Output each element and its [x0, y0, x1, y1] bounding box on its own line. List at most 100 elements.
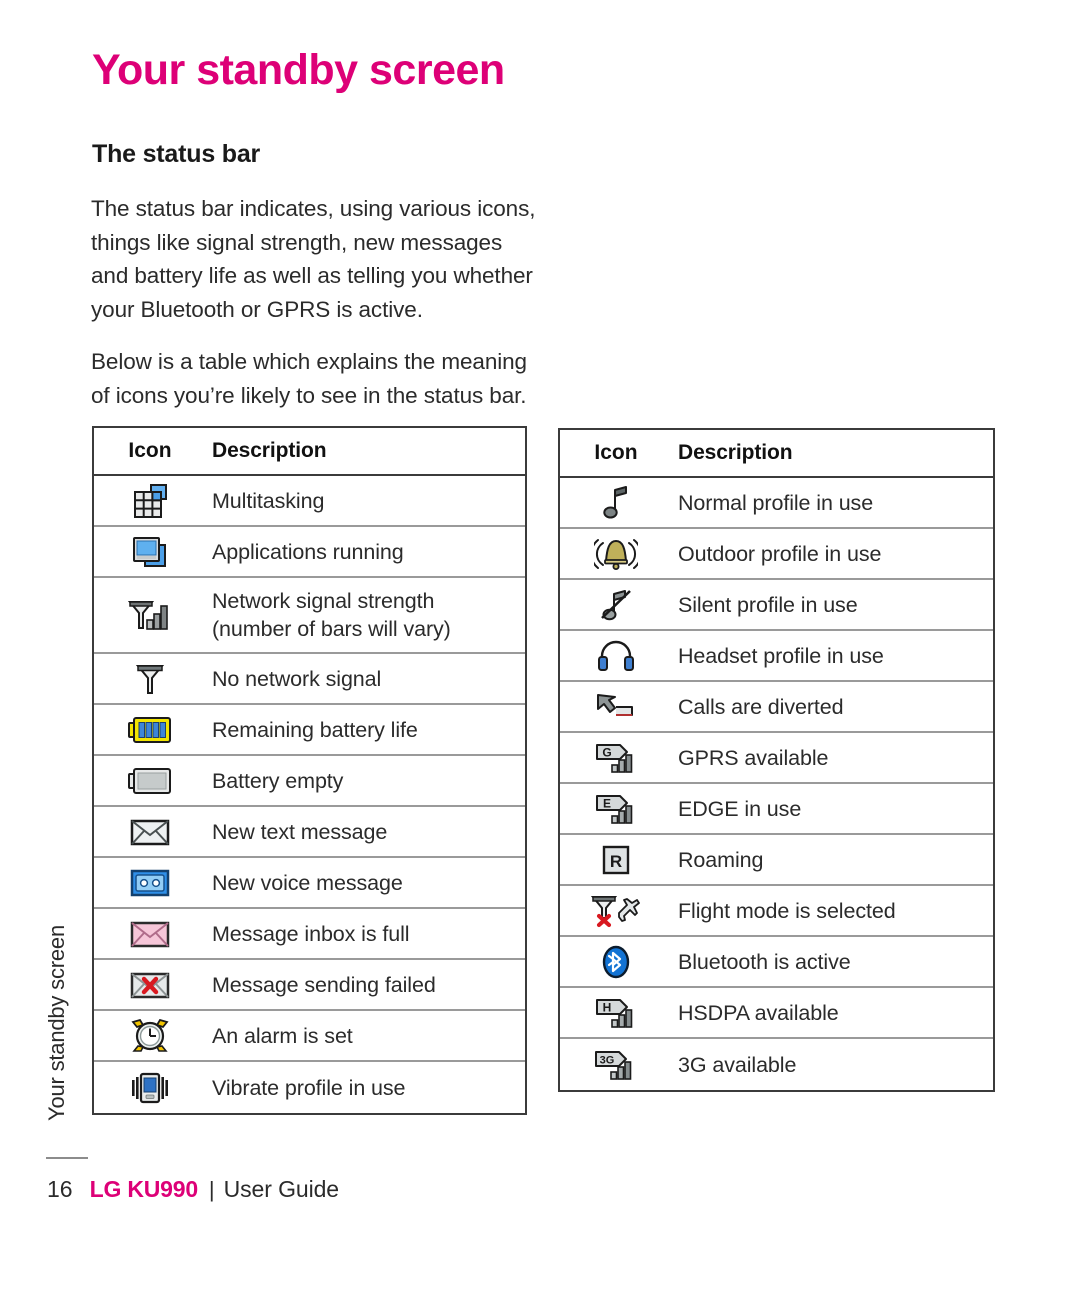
table-row: Headset profile in use: [560, 631, 993, 682]
normal-profile-icon: [603, 485, 627, 518]
message-sending-failed-icon: [130, 972, 170, 998]
table-row: H HSDPA available: [560, 988, 993, 1039]
roaming-icon: R: [602, 845, 630, 874]
edge-in-use-icon: E: [596, 794, 633, 824]
calls-diverted-icon: [597, 693, 633, 716]
description-cell: EDGE in use: [678, 796, 802, 821]
table-row: Message sending failed: [94, 960, 525, 1011]
icon-cell: [94, 1014, 206, 1058]
outdoor-profile-icon: [594, 538, 638, 570]
network-signal-strength-icon: [127, 601, 168, 630]
silent-profile-icon: [601, 589, 631, 620]
icon-cell: 3G: [560, 1043, 672, 1087]
icon-cell: G: [560, 736, 672, 780]
table-row: Remaining battery life: [94, 705, 525, 756]
new-voice-message-icon: [130, 869, 170, 896]
icon-cell: [560, 583, 672, 627]
table-row: New voice message: [94, 858, 525, 909]
table-row: Battery empty: [94, 756, 525, 807]
flight-mode-icon: [591, 895, 640, 927]
table-row: G GPRS available: [560, 733, 993, 784]
description-cell: No network signal: [212, 666, 382, 691]
running-head: Your standby screen: [44, 925, 69, 1121]
description-cell: Vibrate profile in use: [212, 1075, 406, 1100]
column-header-description: Description: [678, 441, 793, 464]
headset-profile-icon: [598, 640, 634, 671]
icon-cell: [560, 889, 672, 933]
table-header-row: Icon Description: [560, 430, 993, 478]
icon-cell: [560, 939, 672, 985]
3g-available-icon: 3G: [595, 1050, 632, 1080]
description-cell: New text message: [212, 819, 388, 844]
description-cell: 3G available: [678, 1052, 797, 1077]
table-row: Vibrate profile in use: [94, 1062, 525, 1113]
applications-running-icon: [133, 536, 166, 567]
new-text-message-icon: [130, 819, 170, 845]
intro-paragraph-1: The status bar indicates, using various …: [91, 196, 536, 322]
table-row: An alarm is set: [94, 1011, 525, 1062]
icon-cell: [94, 593, 206, 637]
manual-page: Your standby screen The status bar The s…: [0, 0, 1080, 1295]
icon-cell: [560, 635, 672, 677]
description-cell: GPRS available: [678, 745, 829, 770]
description-cell: Flight mode is selected: [678, 898, 896, 923]
brand-label: LG KU990: [89, 1176, 199, 1202]
intro-paragraph-2: Below is a table which explains the mean…: [91, 349, 527, 408]
table-row: Outdoor profile in use: [560, 529, 993, 580]
icon-cell: [94, 530, 206, 574]
running-head-rule: [46, 1157, 88, 1159]
table-row: Silent profile in use: [560, 580, 993, 631]
multitasking-icon: [134, 483, 167, 518]
icon-cell: [94, 711, 206, 749]
svg-text:G: G: [602, 745, 611, 759]
status-icon-table-left: Icon Description Multitasking Applicatio…: [92, 426, 527, 1115]
vibrate-profile-icon: [132, 1072, 168, 1103]
svg-text:H: H: [603, 1000, 612, 1014]
guide-label: User Guide: [223, 1176, 339, 1202]
icon-cell: [560, 481, 672, 525]
description-cell: Applications running: [212, 539, 404, 564]
footer-separator: |: [208, 1177, 215, 1202]
description-cell: Outdoor profile in use: [678, 541, 882, 566]
icon-cell: [94, 914, 206, 954]
icon-cell: R: [560, 839, 672, 881]
table-row: Calls are diverted: [560, 682, 993, 733]
icon-cell: [94, 863, 206, 903]
description-cell: Normal profile in use: [678, 490, 874, 515]
section-heading: The status bar: [92, 140, 261, 168]
icon-cell: [94, 1066, 206, 1110]
message-inbox-full-icon: [130, 921, 170, 947]
hsdpa-available-icon: H: [596, 998, 633, 1028]
icon-cell: [560, 687, 672, 727]
icon-cell: [94, 762, 206, 800]
description-cell: Headset profile in use: [678, 643, 884, 668]
icon-cell: H: [560, 991, 672, 1035]
icon-cell: [560, 532, 672, 576]
icon-cell: [94, 812, 206, 852]
description-cell: Roaming: [678, 847, 764, 872]
table-row: Multitasking: [94, 476, 525, 527]
intro-text: The status bar indicates, using various …: [91, 192, 541, 431]
table-row: R Roaming: [560, 835, 993, 886]
table-row: Network signal strength (number of bars …: [94, 578, 525, 654]
table-row: Applications running: [94, 527, 525, 578]
page-number: 16: [47, 1176, 73, 1202]
column-header-icon: Icon: [128, 439, 172, 462]
description-cell: HSDPA available: [678, 1000, 839, 1025]
no-network-signal-icon: [135, 664, 165, 694]
description-cell: Calls are diverted: [678, 694, 844, 719]
description-cell: Message sending failed: [212, 972, 436, 997]
table-row: Message inbox is full: [94, 909, 525, 960]
svg-text:3G: 3G: [600, 1054, 615, 1066]
description-cell: An alarm is set: [212, 1023, 353, 1048]
svg-text:R: R: [610, 852, 622, 871]
gprs-available-icon: G: [596, 743, 633, 773]
icon-cell: [94, 657, 206, 701]
table-row: New text message: [94, 807, 525, 858]
battery-full-icon: [128, 716, 171, 743]
bluetooth-active-icon: [602, 945, 630, 978]
description-cell: Silent profile in use: [678, 592, 858, 617]
table-row: E EDGE in use: [560, 784, 993, 835]
description-cell: New voice message: [212, 870, 403, 895]
table-row: No network signal: [94, 654, 525, 705]
